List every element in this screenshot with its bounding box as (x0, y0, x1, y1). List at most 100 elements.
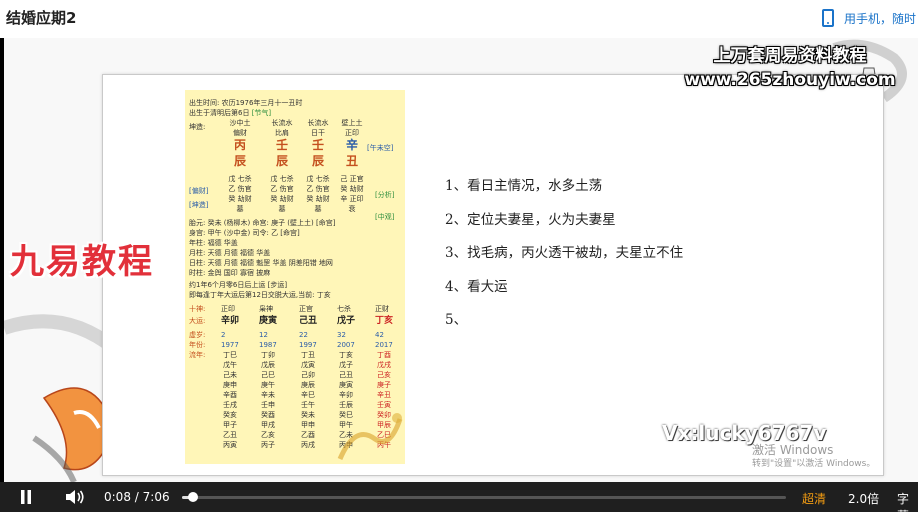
liunian-cell: 戊辰 (261, 361, 275, 369)
site-watermark-url: www.265zhouyiw.com (684, 70, 896, 90)
dayun-header-cell: 枭神 (259, 305, 273, 313)
gender-label: 坤造: (189, 123, 206, 131)
liunian-cell: 戊子 (339, 361, 353, 369)
dragon-decoration (337, 413, 403, 461)
dayun-ages-cell: 虚岁: (189, 331, 206, 339)
growth-4: 衰 (348, 205, 356, 213)
nayin-1: 沙中土 (229, 119, 251, 127)
liunian-cell: 辛巳 (301, 391, 315, 399)
liunian-cell: 丙子 (261, 441, 275, 449)
point-4: 4、看大运 (445, 278, 508, 295)
info-line-6: 时柱: 金舆 国印 寡宿 披麻 (189, 269, 271, 277)
liunian-cell: 己巳 (261, 371, 275, 379)
nayin-2: 长流水 (271, 119, 293, 127)
dayun-pillars-cell: 大运: (189, 317, 206, 325)
nayin-3: 长流水 (307, 119, 329, 127)
slide-points: 1、看日主情况，水多土荡 2、定位夫妻星，火为夫妻星 3、找毛病，丙火透干被劫，… (445, 176, 683, 344)
birth-term-text: 出生于清明后第6日 (189, 109, 250, 117)
progress-bar[interactable] (182, 492, 786, 502)
liunian-cell: 庚寅 (339, 381, 353, 389)
dayun-pillars-cell: 戊子 (337, 316, 356, 326)
pause-icon (21, 490, 31, 504)
liunian-cell: 甲戌 (261, 421, 275, 429)
liunian-cell: 丁亥 (339, 351, 353, 359)
speed-button[interactable]: 2.0倍 (848, 490, 879, 507)
liunian-cell: 辛卯 (339, 391, 353, 399)
hidden-3-1: 癸 劫财 (228, 195, 252, 203)
pause-button[interactable] (14, 482, 38, 512)
point-1: 1、看日主情况，水多土荡 (445, 178, 603, 194)
dayun-ages-cell: 2 (221, 331, 226, 339)
progress-thumb[interactable] (188, 492, 199, 502)
hidden-3-3: 癸 劫财 (306, 195, 330, 203)
liunian-cell: 丁巳 (223, 351, 237, 359)
point-5: 5、 (445, 312, 468, 328)
hidden-2-4: 癸 劫财 (340, 185, 364, 193)
video-player[interactable]: 出生时间: 农历1976年三月十一丑时 出生于清明后第6日 [节气] 坤造: 沙… (0, 38, 918, 523)
ten-god-3: 日干 (311, 129, 325, 137)
stem-3: 壬 (311, 138, 324, 152)
top-bar: 结婚应期2 用手机，随时 (0, 0, 918, 39)
stem-1: 丙 (233, 138, 246, 152)
info-line-5: 日柱: 天德 月德 福德 魁罡 华盖 阴差阳错 地网 (189, 259, 333, 267)
liunian-cell: 丁酉 (377, 351, 391, 359)
side-tag-2: [坤造] (189, 201, 209, 209)
dayun-years-cell: 2007 (337, 341, 355, 349)
void-tag: [午未空] (367, 144, 394, 152)
liunian-cell: 辛丑 (377, 391, 391, 399)
point-3: 3、找毛病，丙火透干被劫，夫星立不住 (445, 245, 684, 261)
quality-button[interactable]: 超清 (802, 490, 826, 507)
liunian-cell: 乙酉 (301, 431, 315, 439)
mobile-link-label: 用手机，随时 (844, 11, 917, 26)
stem-4: 辛 (345, 138, 358, 152)
liunian-cell: 戊寅 (301, 361, 315, 369)
birth-time-line: 出生时间: 农历1976年三月十一丑时 (189, 99, 303, 107)
liunian-cell: 庚子 (377, 381, 391, 389)
liunian-cell: 癸未 (301, 411, 315, 419)
dayun-years-cell: 1987 (259, 341, 277, 349)
volume-button[interactable] (62, 482, 88, 512)
branch-3: 辰 (311, 154, 324, 168)
side-tag-1: [偏财] (189, 187, 209, 195)
dayun-pillars-cell: 庚寅 (259, 316, 278, 326)
dayun-ages-cell: 32 (337, 331, 346, 339)
growth-1: 墓 (236, 205, 244, 213)
site-watermark: 上万套周易资料教程 www.265zhouyiw.com (670, 44, 910, 92)
dayun-header-cell: 正印 (221, 305, 235, 313)
hidden-2-2: 乙 伤官 (270, 185, 294, 193)
ten-god-1: 偏财 (233, 129, 247, 137)
growth-3: 墓 (314, 205, 322, 213)
branch-2: 辰 (275, 154, 288, 168)
dayun-years-cell: 2017 (375, 341, 393, 349)
volume-icon (66, 490, 84, 504)
hidden-1-3: 戊 七杀 (306, 175, 330, 183)
dayun-pillars-cell: 辛卯 (221, 316, 240, 326)
liunian-cell: 乙亥 (261, 431, 275, 439)
time-separator: / (134, 490, 139, 504)
growth-2: 墓 (278, 205, 286, 213)
dayun-ages-cell: 12 (259, 331, 268, 339)
page-title: 结婚应期2 (6, 9, 77, 27)
ten-god-4: 正印 (345, 129, 359, 137)
birth-term-line: 出生于清明后第6日 [节气] (189, 108, 271, 118)
liunian-cell: 丙戌 (301, 441, 315, 449)
liunian-cell: 壬午 (301, 401, 315, 409)
liunian-cell: 辛未 (261, 391, 275, 399)
dayun-header-cell: 十神: (189, 305, 206, 313)
duration: 7:06 (142, 490, 170, 504)
liunian-cell: 庚辰 (301, 381, 315, 389)
subtitle-button[interactable]: 字幕 (897, 490, 918, 524)
liunian-cell: 甲子 (223, 421, 237, 429)
dayun-years-cell: 1977 (221, 341, 239, 349)
liunian-cell: 乙丑 (223, 431, 237, 439)
hidden-1-1: 戊 七杀 (228, 175, 252, 183)
mobile-link[interactable]: 用手机，随时 (822, 4, 916, 32)
liunian-cell: 戊午 (223, 361, 237, 369)
liunian-label: 流年: (189, 351, 206, 359)
dayun-header-cell: 七杀 (337, 305, 351, 313)
bazi-chart-panel: 出生时间: 农历1976年三月十一丑时 出生于清明后第6日 [节气] 坤造: 沙… (185, 90, 405, 464)
liunian-cell: 己卯 (301, 371, 315, 379)
time-display: 0:08 / 7:06 (104, 490, 170, 504)
video-frame[interactable]: 出生时间: 农历1976年三月十一丑时 出生于清明后第6日 [节气] 坤造: 沙… (4, 38, 918, 482)
liunian-cell: 戊戌 (377, 361, 391, 369)
